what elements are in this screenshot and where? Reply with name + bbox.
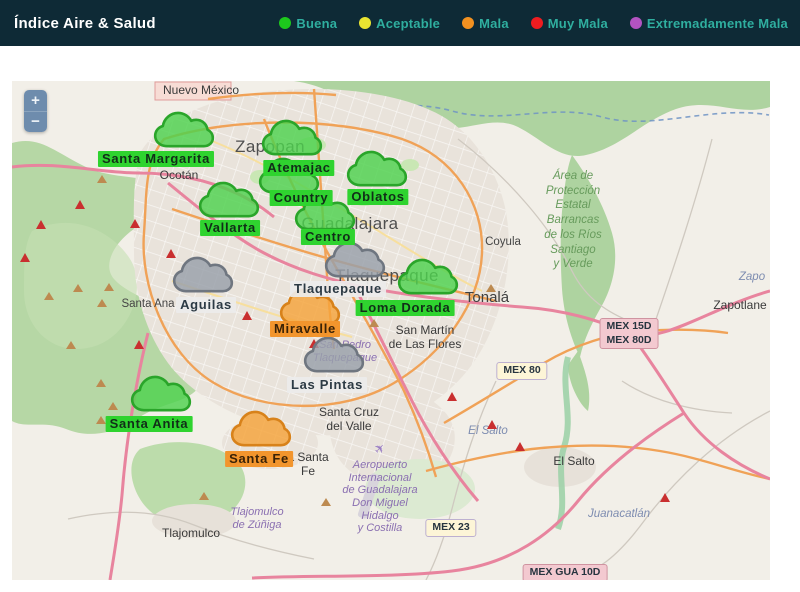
place-label-la-santa-fe: a SantaFe <box>287 451 328 479</box>
peak-triangle-icon <box>134 340 144 349</box>
station-label-miravalle: Miravalle <box>270 321 340 337</box>
place-label-zapotlanejo: Zapotlane <box>713 299 766 313</box>
station-label-country: Country <box>270 190 333 206</box>
station-label-santa-fe: Santa Fe <box>225 451 293 467</box>
place-label-juanacatlan: Juanacatlán <box>588 508 650 521</box>
place-label-tlajomulco-de-zuniga: Tlajomulcode Zúñiga <box>230 506 283 531</box>
station-label-santa-margarita: Santa Margarita <box>98 151 214 167</box>
peak-triangle-icon <box>20 253 30 262</box>
legend-item-aceptable: Aceptable <box>359 16 440 31</box>
place-label-tlajomulco: Tlajomulco <box>162 527 220 541</box>
legend-item-buena: Buena <box>279 16 337 31</box>
extremadamente-mala-color-dot-icon <box>630 17 642 29</box>
peak-triangle-icon <box>96 379 106 387</box>
muy-mala-color-dot-icon <box>531 17 543 29</box>
peak-triangle-icon <box>487 420 497 429</box>
peak-triangle-icon <box>447 392 457 401</box>
place-label-santa-cruz-del-valle: Santa Cruzdel Valle <box>319 406 379 434</box>
peak-triangle-icon <box>199 492 209 500</box>
station-label-aguilas: Aguilas <box>176 297 236 313</box>
peak-triangle-icon <box>97 299 107 307</box>
peak-triangle-icon <box>486 284 496 292</box>
peak-triangle-icon <box>36 220 46 229</box>
peak-triangle-icon <box>97 175 107 183</box>
peak-triangle-icon <box>369 319 379 327</box>
peak-triangle-icon <box>515 442 525 451</box>
legend-item-muy-mala: Muy Mala <box>531 16 608 31</box>
station-label-las-pintas: Las Pintas <box>287 377 367 393</box>
peak-triangle-icon <box>66 341 76 349</box>
station-cloud-icon-tlaquepaque[interactable] <box>324 239 386 286</box>
air-quality-legend: Buena Aceptable Mala Muy Mala Extremadamente… <box>279 16 788 31</box>
zoom-out-button[interactable]: − <box>24 111 47 132</box>
peak-triangle-icon <box>75 200 85 209</box>
road-badge-mex-80: MEX 80 <box>496 362 547 380</box>
station-label-oblatos: Oblatos <box>347 189 408 205</box>
legend-item-mala: Mala <box>462 16 509 31</box>
station-cloud-icon-las-pintas[interactable] <box>303 334 365 381</box>
peak-triangle-icon <box>660 493 670 502</box>
station-label-tlaquepaque: Tlaquepaque <box>290 281 386 297</box>
place-label-nuevo-mexico: Nuevo México <box>163 84 239 98</box>
place-label-zapo: Zapo <box>739 271 765 284</box>
station-cloud-icon-oblatos[interactable] <box>346 148 408 195</box>
legend-label: Aceptable <box>376 16 440 31</box>
legend-label: Extremadamente Mala <box>647 16 788 31</box>
place-label-el-salto: El Salto <box>553 455 594 469</box>
peak-triangle-icon <box>44 292 54 300</box>
station-cloud-icon-santa-anita[interactable] <box>130 373 192 420</box>
road-badge-mex-23: MEX 23 <box>425 519 476 537</box>
road-badge-mex-15d-80d: MEX 15DMEX 80D <box>600 318 659 349</box>
station-label-atemajac: Atemajac <box>263 160 334 176</box>
mala-color-dot-icon <box>462 17 474 29</box>
place-label-area-protegida: Área deProtecciónEstatalBarrancasde los … <box>544 169 602 272</box>
app-header: Índice Aire & Salud Buena Aceptable Mala Mu… <box>0 0 800 46</box>
road-badge-mex-gua-10d: MEX GUA 10D <box>523 564 608 580</box>
peak-triangle-icon <box>73 284 83 292</box>
aceptable-color-dot-icon <box>359 17 371 29</box>
legend-item-extremadamente-mala: Extremadamente Mala <box>630 16 788 31</box>
station-cloud-icon-aguilas[interactable] <box>172 254 234 301</box>
map[interactable]: + − Nuevo MéxicoZapopanOcotánGuadalajara… <box>12 81 770 580</box>
legend-label: Muy Mala <box>548 16 608 31</box>
buena-color-dot-icon <box>279 17 291 29</box>
place-label-santa-ana: Santa Ana <box>121 298 174 311</box>
peak-triangle-icon <box>321 498 331 506</box>
peak-triangle-icon <box>108 402 118 410</box>
peak-triangle-icon <box>96 416 106 424</box>
peak-triangle-icon <box>130 219 140 228</box>
station-cloud-icon-loma-dorada[interactable] <box>397 256 459 303</box>
station-cloud-icon-santa-fe[interactable] <box>230 408 292 455</box>
legend-label: Mala <box>479 16 509 31</box>
place-label-aeropuerto: AeropuertoInternacionalde GuadalajaraDon… <box>342 459 417 535</box>
peak-triangle-icon <box>104 283 114 291</box>
station-label-loma-dorada: Loma Dorada <box>356 300 455 316</box>
map-zoom-control: + − <box>24 90 47 132</box>
station-cloud-icon-santa-margarita[interactable] <box>153 109 215 156</box>
place-label-coyula: Coyula <box>485 236 521 249</box>
station-label-centro: Centro <box>301 229 355 245</box>
zoom-in-button[interactable]: + <box>24 90 47 111</box>
peak-triangle-icon <box>242 311 252 320</box>
station-cloud-icon-vallarta[interactable] <box>198 179 260 226</box>
station-label-vallarta: Vallarta <box>200 220 260 236</box>
page-title: Índice Aire & Salud <box>14 15 156 32</box>
place-label-ocotan: Ocotán <box>160 169 199 183</box>
station-label-santa-anita: Santa Anita <box>106 416 193 432</box>
place-label-san-martin: San Martínde Las Flores <box>389 324 462 352</box>
legend-label: Buena <box>296 16 337 31</box>
